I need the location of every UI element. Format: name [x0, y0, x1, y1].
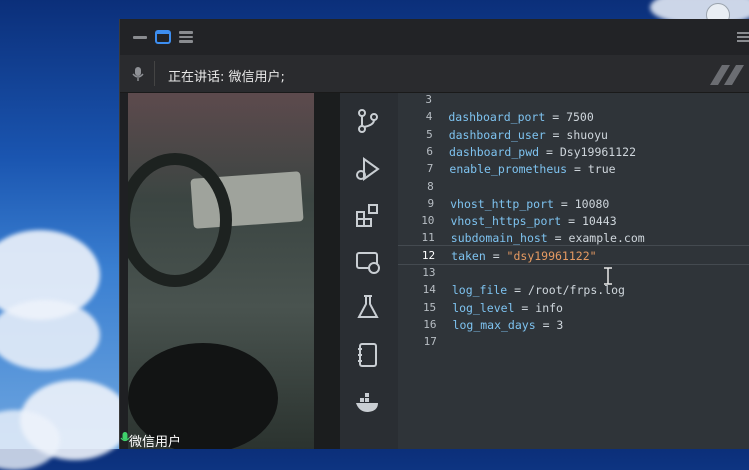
operator: =: [485, 248, 507, 263]
testing-icon[interactable]: [354, 293, 382, 321]
line-number: 5: [426, 127, 433, 141]
source-control-icon[interactable]: [354, 107, 382, 135]
config-value: 10080: [574, 196, 610, 211]
code-line: dashboard_pwd = Dsy19961122: [449, 145, 636, 159]
config-value: /root/frps.log: [528, 283, 625, 298]
config-value: shuoyu: [566, 127, 608, 142]
line-number: 17: [423, 335, 437, 349]
config-key: dashboard_user: [448, 127, 546, 142]
code-line: log_max_days = 3: [453, 318, 564, 332]
speaking-indicator-bar: 正在讲话: 微信用户;: [120, 55, 749, 93]
operator: =: [553, 196, 575, 211]
editor-activity-bar: [340, 93, 398, 449]
code-line: vhost_https_port = 10443: [450, 214, 616, 228]
meeting-window: 正在讲话: 微信用户; 3 4 dashboard_port = 7500 5 …: [119, 19, 749, 449]
menu-icon[interactable]: [736, 30, 749, 44]
operator: =: [535, 317, 557, 332]
window-titlebar: [120, 19, 749, 56]
config-key: log_file: [451, 283, 508, 298]
monitor-bezel: [314, 93, 340, 449]
config-key: taken: [451, 248, 486, 263]
minimize-icon[interactable]: [132, 30, 148, 44]
line-number: 3: [425, 93, 432, 106]
config-key: log_max_days: [452, 317, 536, 332]
line-number: 13: [422, 266, 436, 279]
run-debug-icon[interactable]: [354, 155, 382, 183]
config-value: 10443: [582, 214, 617, 229]
line-number: 8: [427, 179, 434, 193]
config-key: enable_prometheus: [449, 162, 568, 177]
code-line: enable_prometheus = true: [449, 162, 615, 176]
notebook-icon[interactable]: [354, 341, 382, 369]
line-number: 15: [422, 300, 437, 314]
config-key: vhost_http_port: [450, 196, 554, 211]
config-key: dashboard_port: [448, 110, 546, 125]
operator: =: [545, 127, 567, 142]
operator: =: [514, 300, 536, 315]
video-feed: 3 4 dashboard_port = 7500 5 dashboard_user =…: [128, 93, 749, 449]
config-value: example.com: [568, 231, 645, 246]
code-editor[interactable]: 3 4 dashboard_port = 7500 5 dashboard_user =…: [398, 93, 749, 449]
line-number: 4: [425, 110, 433, 124]
line-number: 9: [427, 196, 435, 210]
config-value: info: [535, 300, 563, 315]
docker-icon[interactable]: [354, 389, 382, 417]
operator: =: [539, 144, 560, 159]
line-number: 14: [422, 283, 436, 297]
code-line: log_level = info: [452, 301, 563, 315]
app-logo-icon: [710, 65, 744, 85]
config-key: subdomain_host: [450, 231, 548, 246]
separator: [154, 61, 155, 86]
code-line: dashboard_user = shuoyu: [449, 128, 608, 142]
code-line: subdomain_host = example.com: [451, 231, 645, 245]
line-number: 6: [426, 144, 434, 158]
config-value: true: [587, 162, 616, 177]
line-number: 16: [423, 317, 437, 331]
list-layout-icon[interactable]: [178, 30, 194, 44]
operator: =: [545, 110, 567, 125]
remote-explorer-icon[interactable]: [354, 249, 382, 277]
config-value: 3: [556, 317, 564, 332]
operator: =: [507, 283, 529, 298]
config-key: log_level: [452, 300, 515, 315]
config-value: 7500: [566, 110, 594, 125]
config-value: Dsy19961122: [559, 144, 637, 159]
operator: =: [561, 214, 582, 229]
line-number: 12: [421, 248, 436, 262]
config-key: dashboard_pwd: [449, 144, 540, 159]
code-line: dashboard_port = 7500: [448, 110, 593, 124]
line-number: 11: [421, 231, 435, 245]
participant-name: 微信用户: [129, 435, 182, 450]
extensions-icon[interactable]: [354, 201, 382, 229]
code-line: taken = "dsy19961122": [451, 249, 596, 263]
code-line: vhost_http_port = 10080: [450, 197, 609, 211]
window-layout-icon[interactable]: [155, 30, 171, 44]
line-number: 7: [426, 162, 434, 176]
code-line: log_file = /root/frps.log: [452, 283, 625, 297]
operator: =: [567, 162, 588, 177]
microphone-icon: [132, 67, 144, 81]
operator: =: [547, 231, 569, 246]
config-key: vhost_https_port: [450, 214, 562, 229]
speaking-status-text: 正在讲话: 微信用户;: [168, 70, 285, 85]
line-number: 10: [421, 214, 435, 228]
config-value: "dsy19961122": [506, 248, 597, 263]
text-cursor-icon: [604, 267, 612, 285]
